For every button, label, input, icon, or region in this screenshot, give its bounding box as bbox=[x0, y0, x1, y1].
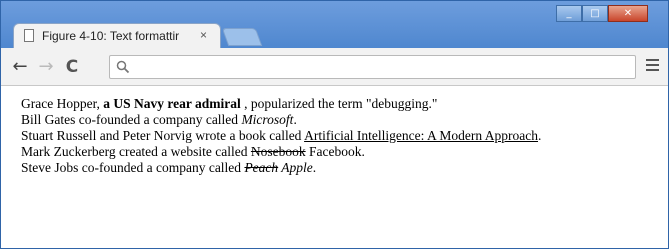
line5-rest: . bbox=[312, 160, 317, 175]
line5-plain: Steve Jobs co-founded a company called bbox=[21, 160, 245, 175]
browser-tab[interactable]: Figure 4-10: Text formattir × bbox=[13, 23, 221, 48]
page-icon bbox=[24, 29, 34, 42]
line2-italic: Microsoft bbox=[241, 112, 294, 127]
line4-strikethrough: Nosebook bbox=[250, 144, 306, 159]
line4-plain: Mark Zuckerberg created a website called bbox=[21, 144, 251, 159]
search-icon bbox=[116, 60, 130, 74]
line2-rest: . bbox=[293, 112, 297, 127]
text-line-4: Mark Zuckerberg created a website called… bbox=[21, 144, 541, 160]
text-line-1: Grace Hopper, a US Navy rear admiral , p… bbox=[21, 96, 541, 112]
text-line-3: Stuart Russell and Peter Norvig wrote a … bbox=[21, 128, 541, 144]
line5-strike-italic: Peach bbox=[244, 160, 279, 175]
formatted-text-block: Grace Hopper, a US Navy rear admiral , p… bbox=[21, 96, 541, 176]
line3-rest: . bbox=[538, 128, 542, 143]
tab-title: Figure 4-10: Text formattir bbox=[42, 29, 180, 43]
address-bar[interactable] bbox=[109, 55, 636, 79]
line1-plain: Grace Hopper, bbox=[21, 96, 104, 111]
text-line-5: Steve Jobs co-founded a company called P… bbox=[21, 160, 541, 176]
page-content: Grace Hopper, a US Navy rear admiral , p… bbox=[1, 86, 668, 248]
text-line-2: Bill Gates co-founded a company called M… bbox=[21, 112, 541, 128]
minimize-button[interactable]: _ bbox=[556, 5, 582, 22]
line1-rest: , popularized the term "debugging." bbox=[240, 96, 438, 111]
maximize-button[interactable]: □ bbox=[582, 5, 608, 22]
new-tab-button[interactable] bbox=[221, 28, 263, 46]
close-window-button[interactable]: ✕ bbox=[608, 5, 648, 22]
line3-underlined: Artificial Intelligence: A Modern Approa… bbox=[304, 128, 539, 143]
line1-bold: a US Navy rear admiral bbox=[103, 96, 241, 111]
forward-button[interactable]: → bbox=[35, 56, 57, 78]
line5-italic: Apple bbox=[278, 160, 313, 175]
reload-button[interactable]: C bbox=[61, 56, 83, 78]
title-bar: Figure 4-10: Text formattir × _ □ ✕ bbox=[1, 1, 668, 48]
line3-plain: Stuart Russell and Peter Norvig wrote a … bbox=[21, 128, 305, 143]
menu-icon[interactable] bbox=[646, 59, 660, 73]
line4-rest: Facebook. bbox=[305, 144, 365, 159]
browser-toolbar: ← → C bbox=[1, 48, 668, 86]
browser-window: Figure 4-10: Text formattir × _ □ ✕ ← → … bbox=[0, 0, 669, 249]
window-controls: _ □ ✕ bbox=[556, 5, 648, 22]
line2-plain: Bill Gates co-founded a company called bbox=[21, 112, 242, 127]
back-button[interactable]: ← bbox=[9, 56, 31, 78]
tab-close-button[interactable]: × bbox=[200, 28, 207, 42]
